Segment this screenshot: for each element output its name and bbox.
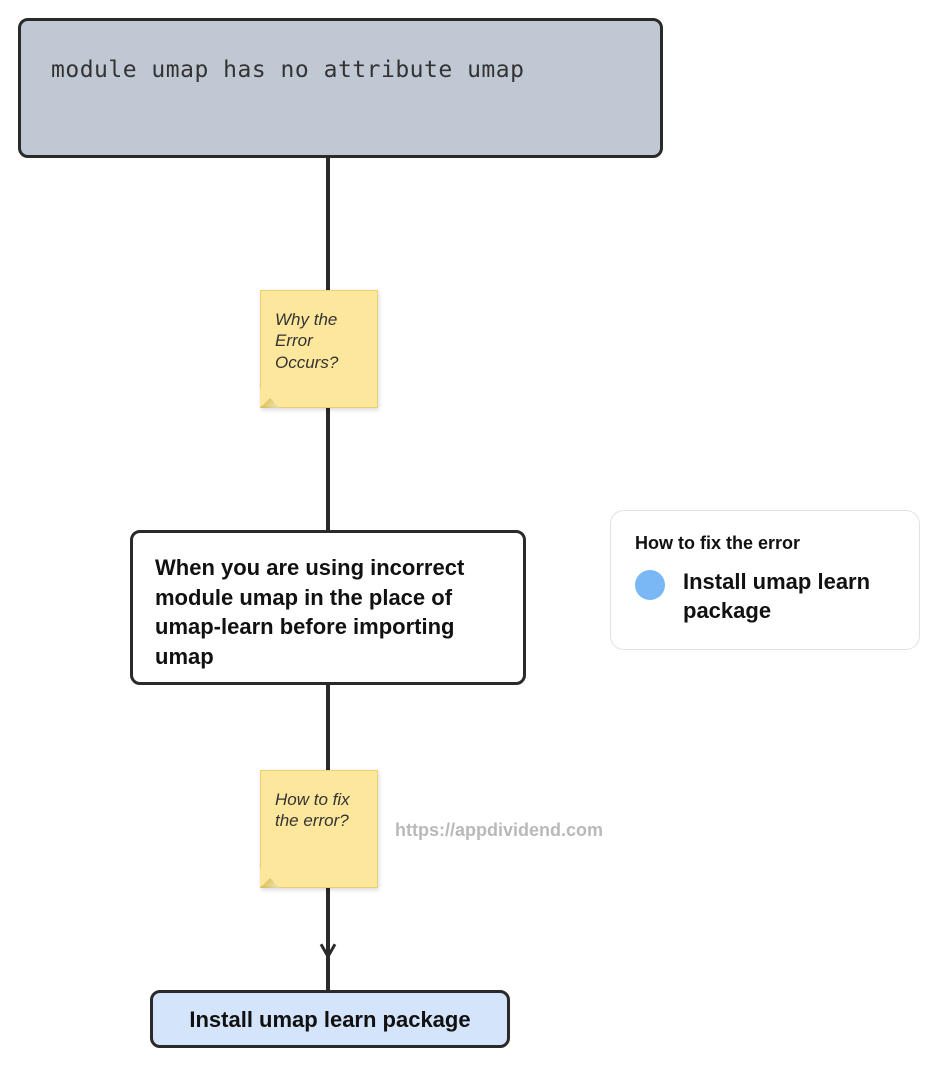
sticky-note-why: Why the Error Occurs? <box>260 290 378 408</box>
error-message-text: module umap has no attribute umap <box>51 57 524 83</box>
legend-dot-icon <box>635 570 665 600</box>
sticky-note-why-text: Why the Error Occurs? <box>275 310 338 372</box>
connector-line-3 <box>326 685 330 770</box>
explanation-box: When you are using incorrect module umap… <box>130 530 526 685</box>
error-message-box: module umap has no attribute umap <box>18 18 663 158</box>
solution-text: Install umap learn package <box>189 1007 470 1032</box>
connector-line-4 <box>326 888 330 990</box>
solution-box: Install umap learn package <box>150 990 510 1048</box>
legend-item: Install umap learn package <box>635 568 895 625</box>
sticky-note-how-text: How to fix the error? <box>275 790 350 830</box>
connector-line-2 <box>326 408 330 530</box>
connector-line-1 <box>326 158 330 290</box>
sticky-note-how: How to fix the error? <box>260 770 378 888</box>
legend-panel: How to fix the error Install umap learn … <box>610 510 920 650</box>
explanation-text: When you are using incorrect module umap… <box>155 555 464 669</box>
watermark-text: https://appdividend.com <box>395 820 603 841</box>
legend-item-text: Install umap learn package <box>683 568 895 625</box>
legend-title: How to fix the error <box>635 533 895 554</box>
